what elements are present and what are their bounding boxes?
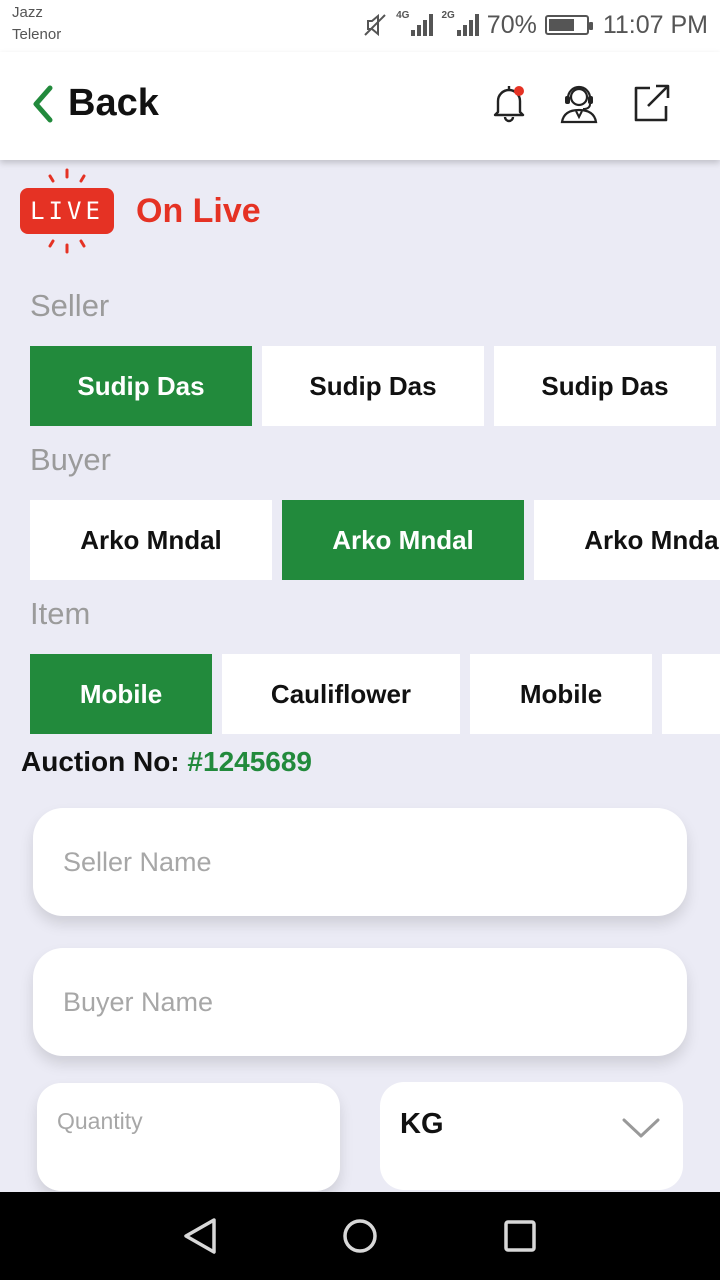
battery-icon bbox=[544, 15, 593, 35]
nav-home-icon[interactable] bbox=[338, 1214, 382, 1258]
signal-icon bbox=[456, 14, 479, 36]
system-nav-bar bbox=[0, 1192, 720, 1280]
mute-icon bbox=[364, 13, 386, 37]
back-label: Back bbox=[68, 82, 159, 124]
item-chip[interactable]: Mobile bbox=[30, 654, 212, 734]
chevron-down-icon bbox=[622, 1118, 660, 1138]
battery-percent: 70% bbox=[486, 10, 537, 39]
carrier-name-1: Jazz bbox=[12, 4, 43, 21]
support-agent-icon[interactable] bbox=[556, 80, 602, 126]
item-label: Item bbox=[30, 596, 91, 631]
notification-dot bbox=[514, 86, 524, 96]
status-bar: Jazz Telenor 4G 2G 70% 11:07 PM bbox=[0, 0, 720, 52]
buyer-chips: Arko Mndal Arko Mndal Arko Mndal bbox=[30, 500, 720, 580]
seller-chip[interactable]: Sudip Das bbox=[30, 346, 252, 426]
bell-icon[interactable] bbox=[486, 80, 532, 126]
nav-back-icon[interactable] bbox=[178, 1214, 222, 1258]
seller-label: Seller bbox=[30, 288, 110, 323]
auction-label: Auction No: bbox=[21, 746, 180, 777]
external-link-icon[interactable] bbox=[628, 80, 674, 126]
buyer-name-field bbox=[33, 948, 687, 1056]
seller-chip[interactable]: Sudip Das bbox=[494, 346, 716, 426]
live-badge-text: LIVE bbox=[20, 188, 114, 234]
network-type-1: 4G bbox=[396, 9, 410, 21]
buyer-chip[interactable]: Arko Mndal bbox=[282, 500, 524, 580]
carrier-name-2: Telenor bbox=[12, 26, 62, 43]
quantity-input[interactable] bbox=[37, 1083, 340, 1159]
buyer-name-input[interactable] bbox=[33, 948, 687, 1056]
buyer-chip[interactable]: Arko Mndal bbox=[534, 500, 720, 580]
back-button[interactable]: Back bbox=[30, 82, 159, 125]
unit-select[interactable]: KG bbox=[380, 1082, 683, 1190]
clock: 11:07 PM bbox=[602, 10, 708, 39]
quantity-field bbox=[37, 1083, 340, 1191]
seller-name-field bbox=[33, 808, 687, 916]
auction-id: #1245689 bbox=[187, 746, 312, 777]
unit-value: KG bbox=[400, 1108, 444, 1140]
live-badge: LIVE bbox=[20, 168, 116, 254]
network-type-2: 2G bbox=[441, 9, 455, 21]
status-icons: 4G 2G 70% 11:07 PM bbox=[362, 8, 708, 42]
item-chip[interactable] bbox=[662, 654, 720, 734]
buyer-label: Buyer bbox=[30, 442, 111, 477]
app-header: Back bbox=[0, 52, 720, 160]
buyer-chip[interactable]: Arko Mndal bbox=[30, 500, 272, 580]
live-status: LIVE On Live bbox=[20, 168, 261, 254]
item-chips: Mobile Cauliflower Mobile bbox=[30, 654, 720, 734]
nav-recents-icon[interactable] bbox=[498, 1214, 542, 1258]
auction-number: Auction No: #1245689 bbox=[21, 746, 312, 778]
seller-chip[interactable]: Sudip Das bbox=[262, 346, 484, 426]
item-chip[interactable]: Cauliflower bbox=[222, 654, 460, 734]
seller-chips: Sudip Das Sudip Das Sudip Das bbox=[30, 346, 720, 426]
live-label: On Live bbox=[136, 191, 261, 230]
chevron-left-icon bbox=[33, 85, 53, 122]
item-chip[interactable]: Mobile bbox=[470, 654, 652, 734]
signal-icon bbox=[411, 14, 434, 36]
seller-name-input[interactable] bbox=[33, 808, 687, 916]
